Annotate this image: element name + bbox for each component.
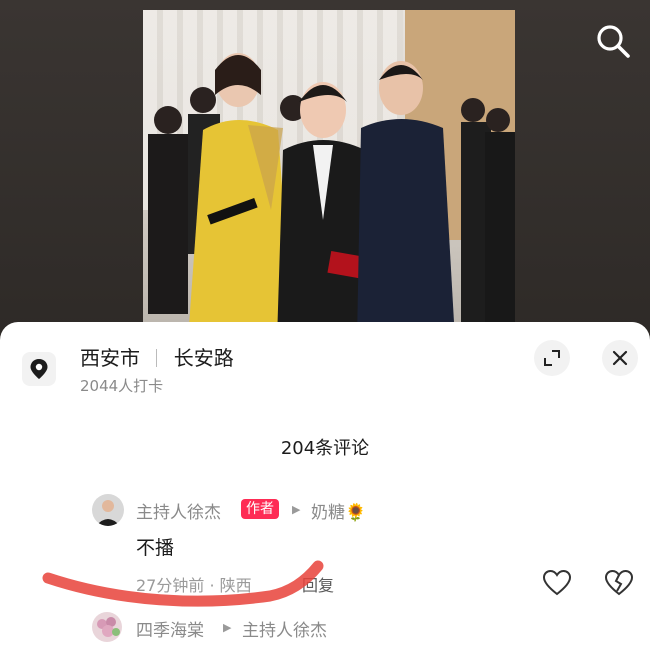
location-title[interactable]: 西安市 长安路 bbox=[80, 342, 234, 371]
comments-count: 204条评论 bbox=[280, 438, 370, 459]
comment-author[interactable]: 主持人徐杰 bbox=[136, 498, 221, 523]
expand-icon bbox=[544, 350, 560, 366]
dislike-heart-icon bbox=[604, 569, 634, 596]
location-divider bbox=[156, 349, 158, 367]
reply-arrow-icon: ▶ bbox=[292, 503, 301, 516]
like-button[interactable] bbox=[542, 568, 572, 598]
avatar[interactable] bbox=[92, 612, 122, 642]
reply-arrow-icon: ▶ bbox=[223, 621, 232, 634]
location-city: 西安市 bbox=[80, 346, 140, 370]
reply-to-name: 奶糖 bbox=[311, 503, 345, 523]
reply-button[interactable]: 回复 bbox=[302, 572, 334, 596]
comment-author[interactable]: 四季海棠 bbox=[136, 616, 204, 641]
location-checkins: 2044人打卡 bbox=[80, 377, 164, 395]
comment-text: 不播 bbox=[136, 537, 175, 559]
location-road: 长安路 bbox=[173, 346, 234, 370]
close-button[interactable] bbox=[602, 340, 638, 376]
avatar[interactable] bbox=[92, 494, 124, 526]
search-icon bbox=[597, 25, 630, 58]
location-pin-icon[interactable] bbox=[22, 352, 56, 386]
author-badge: 作者 bbox=[241, 499, 279, 519]
video-frame-photo[interactable] bbox=[143, 10, 515, 340]
like-heart-icon bbox=[542, 569, 572, 596]
comment-meta: 27分钟前 · 陕西 bbox=[136, 576, 252, 595]
photo-people-illustration bbox=[148, 53, 515, 340]
reply-to-user[interactable]: 奶糖🌻 bbox=[311, 498, 366, 523]
close-icon bbox=[612, 350, 628, 366]
expand-button[interactable] bbox=[534, 340, 570, 376]
search-button[interactable] bbox=[592, 20, 636, 64]
sunflower-emoji: 🌻 bbox=[345, 503, 367, 523]
dislike-button[interactable] bbox=[604, 568, 634, 598]
reply-to-user[interactable]: 主持人徐杰 bbox=[242, 616, 327, 641]
